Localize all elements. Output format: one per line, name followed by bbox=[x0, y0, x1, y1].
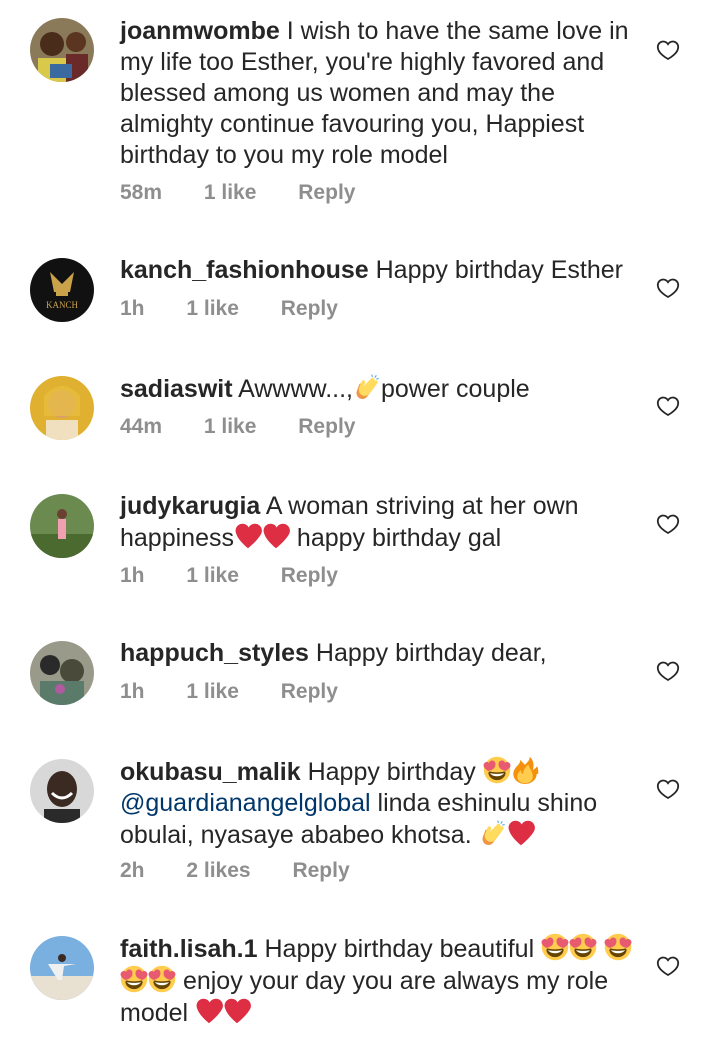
comment-text-tail: enjoy your day you are always my role mo… bbox=[120, 967, 609, 1027]
comment-meta: 1h 1 like Reply bbox=[120, 680, 374, 704]
comment-time: 58m bbox=[120, 181, 163, 204]
heart-outline-icon[interactable] bbox=[656, 777, 680, 801]
comment-time: 2h bbox=[120, 859, 145, 882]
avatar[interactable] bbox=[30, 641, 94, 705]
heart-eyes-emoji bbox=[604, 933, 632, 961]
comment-username[interactable]: happuch_styles bbox=[120, 639, 309, 667]
avatar[interactable] bbox=[30, 494, 94, 558]
comment-meta: 44m 1 like Reply bbox=[120, 415, 391, 439]
reply-button[interactable]: Reply bbox=[298, 181, 355, 205]
comment-likes[interactable]: 1 like bbox=[186, 297, 239, 321]
red-heart-emoji bbox=[507, 819, 535, 847]
comment-body: judykarugia A woman striving at her own … bbox=[120, 491, 640, 554]
heart-outline-icon[interactable] bbox=[656, 276, 680, 300]
fire-emoji bbox=[511, 756, 539, 784]
heart-outline-icon[interactable] bbox=[656, 394, 680, 418]
avatar[interactable] bbox=[30, 759, 94, 823]
reply-button[interactable]: Reply bbox=[298, 415, 355, 439]
heart-eyes-emoji bbox=[541, 933, 569, 961]
comment-text: Happy birthday beautiful bbox=[264, 935, 535, 963]
comment-text-tail: power couple bbox=[380, 375, 530, 403]
comment-meta: 1h 1 like Reply bbox=[120, 564, 374, 588]
comment-text: Happy birthday dear, bbox=[315, 639, 547, 667]
user-mention-link[interactable]: @guardianangelglobal bbox=[120, 789, 371, 817]
comment-text: Awwww..., bbox=[238, 375, 353, 403]
clapping-hands-emoji bbox=[353, 373, 381, 401]
red-heart-emoji bbox=[262, 522, 290, 550]
heart-eyes-emoji bbox=[148, 965, 176, 993]
comment-meta: 58m 1 like Reply bbox=[120, 181, 391, 205]
avatar[interactable] bbox=[30, 936, 94, 1000]
red-heart-emoji bbox=[195, 997, 223, 1025]
avatar[interactable] bbox=[30, 376, 94, 440]
reply-button[interactable]: Reply bbox=[281, 680, 338, 704]
reply-button[interactable]: Reply bbox=[292, 859, 349, 883]
comment-text: Happy birthday Esther bbox=[375, 256, 623, 284]
comment-likes[interactable]: 1 like bbox=[204, 181, 257, 205]
comment-username[interactable]: okubasu_malik bbox=[120, 758, 301, 786]
heart-eyes-emoji bbox=[569, 933, 597, 961]
avatar-brand-label: KANCH bbox=[46, 300, 79, 310]
comment-time: 1h bbox=[120, 564, 145, 587]
comment-body: happuch_styles Happy birthday dear, bbox=[120, 638, 640, 669]
comment-time: 1h bbox=[120, 680, 145, 703]
comment-username[interactable]: faith.lisah.1 bbox=[120, 935, 258, 963]
reply-button[interactable]: Reply bbox=[281, 297, 338, 321]
comment-time: 1h bbox=[120, 297, 145, 320]
red-heart-emoji bbox=[234, 522, 262, 550]
comment-likes[interactable]: 1 like bbox=[186, 564, 239, 588]
comment-text-tail: happy birthday gal bbox=[289, 524, 502, 552]
heart-outline-icon[interactable] bbox=[656, 954, 680, 978]
comment-username[interactable]: sadiaswit bbox=[120, 375, 233, 403]
comment-meta: 1h 1 like Reply bbox=[120, 297, 374, 321]
comment-likes[interactable]: 1 like bbox=[204, 415, 257, 439]
avatar[interactable]: KANCH bbox=[30, 258, 94, 322]
red-heart-emoji bbox=[223, 997, 251, 1025]
heart-outline-icon[interactable] bbox=[656, 512, 680, 536]
comment-body: sadiaswit Awwww..., power couple bbox=[120, 373, 640, 405]
comment-body: joanmwombe I wish to have the same love … bbox=[120, 16, 640, 171]
heart-eyes-emoji bbox=[120, 965, 148, 993]
avatar[interactable] bbox=[30, 18, 94, 82]
comment-meta: 2h 2 likes Reply bbox=[120, 859, 386, 883]
comment-time: 44m bbox=[120, 415, 163, 438]
comment-likes[interactable]: 2 likes bbox=[186, 859, 250, 883]
comment-likes[interactable]: 1 like bbox=[186, 680, 239, 704]
clapping-hands-emoji bbox=[479, 819, 507, 847]
comment-username[interactable]: kanch_fashionhouse bbox=[120, 256, 369, 284]
heart-outline-icon[interactable] bbox=[656, 38, 680, 62]
comment-body: okubasu_malik Happy birthday @guardianan… bbox=[120, 756, 640, 851]
comment-username[interactable]: judykarugia bbox=[120, 492, 260, 520]
heart-eyes-emoji bbox=[483, 756, 511, 784]
comment-body: faith.lisah.1 Happy birthday beautiful e… bbox=[120, 933, 640, 1029]
comment-username[interactable]: joanmwombe bbox=[120, 17, 280, 45]
comment-body: kanch_fashionhouse Happy birthday Esther bbox=[120, 255, 640, 286]
reply-button[interactable]: Reply bbox=[281, 564, 338, 588]
heart-outline-icon[interactable] bbox=[656, 659, 680, 683]
comment-text: Happy birthday bbox=[307, 758, 476, 786]
